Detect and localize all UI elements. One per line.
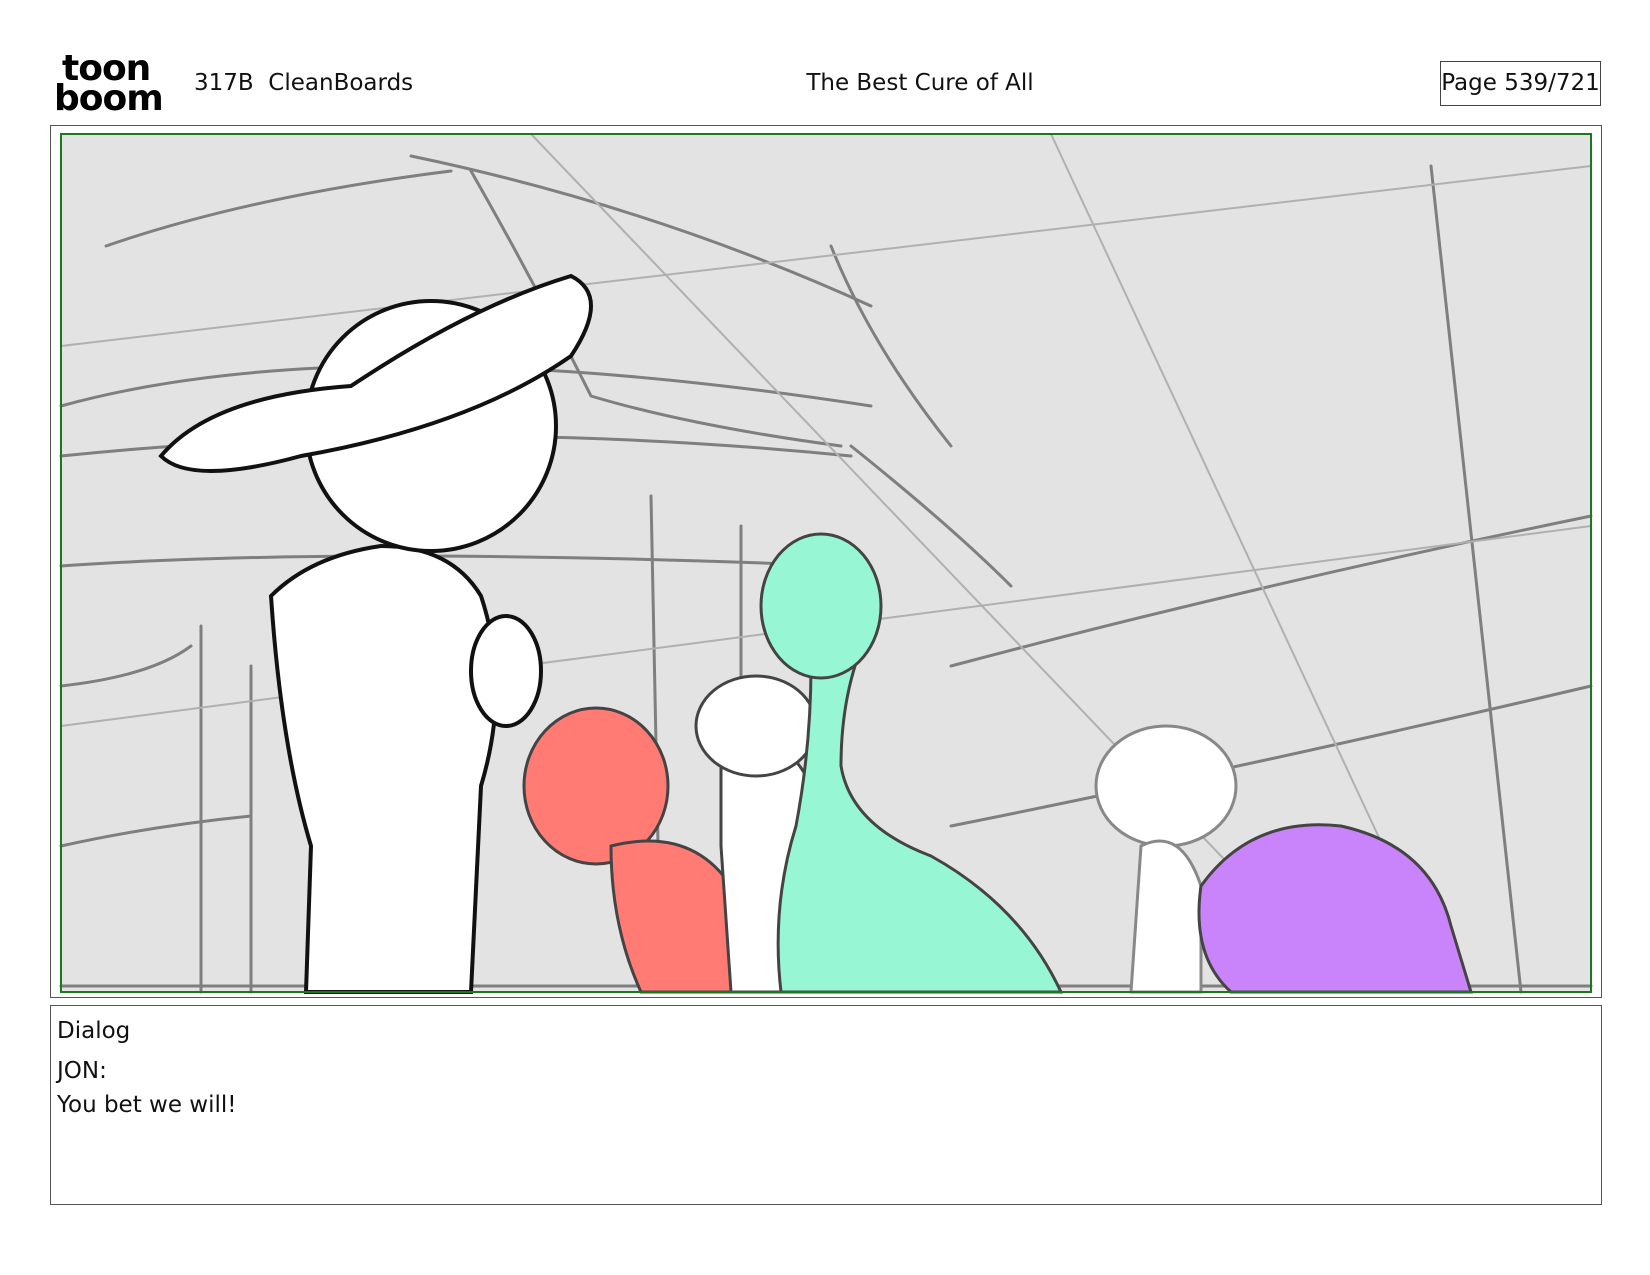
dialog-heading: Dialog (57, 1018, 131, 1044)
dialog-line: You bet we will! (57, 1092, 237, 1118)
storyboard-title: The Best Cure of All (806, 70, 1034, 96)
storyboard-panel (50, 125, 1602, 998)
page-indicator: Page 539/721 (1440, 61, 1601, 106)
dialog-box: Dialog JON: You bet we will! (50, 1005, 1602, 1205)
panel-drawing (59, 133, 1593, 994)
dialog-speaker: JON: (57, 1058, 107, 1084)
page-header: toon boom 317B CleanBoards The Best Cure… (0, 0, 1650, 120)
